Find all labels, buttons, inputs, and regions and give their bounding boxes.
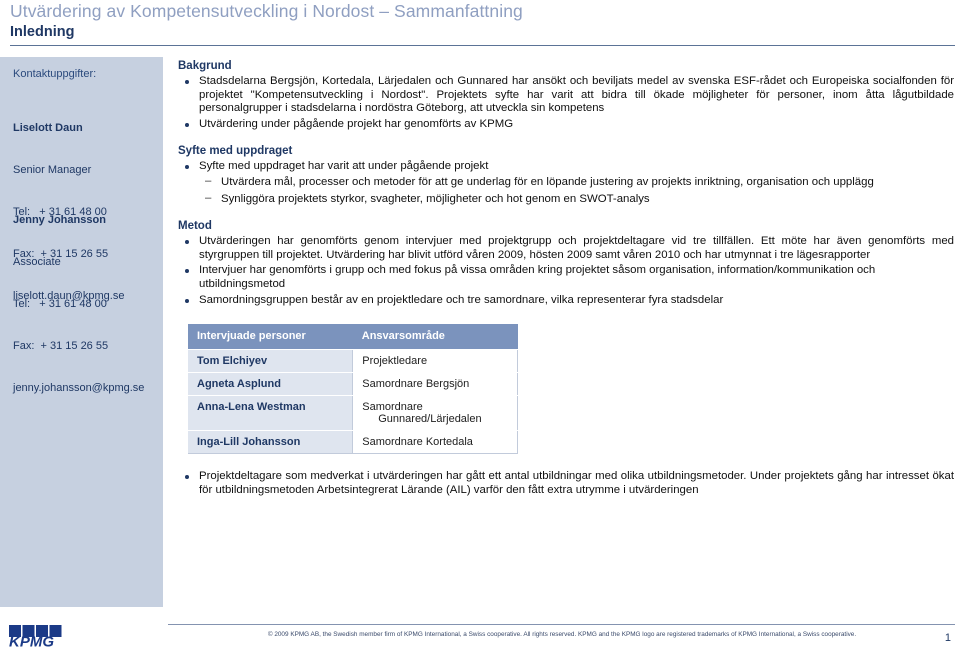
column-header-interviewee: Intervjuade personer xyxy=(188,324,353,351)
contact-email[interactable]: jenny.johansson@kpmg.se xyxy=(13,381,144,395)
page-number: 1 xyxy=(944,632,951,644)
contact-name: Liselott Daun xyxy=(13,122,83,134)
cell-interviewee-name: Tom Elchiyev xyxy=(188,349,353,374)
list-item: Stadsdelarna Bergsjön, Kortedala, Lärjed… xyxy=(178,75,954,116)
list-item: Samordningsgruppen består av en projektl… xyxy=(178,294,954,308)
contact-sidebar: Kontaktuppgifter: Liselott Daun Senior M… xyxy=(0,57,163,607)
list-item: Syfte med uppdraget har varit att under … xyxy=(178,160,954,206)
cell-responsibility: Projektledare xyxy=(352,349,518,374)
cell-interviewee-name: Agneta Asplund xyxy=(188,372,353,397)
cell-responsibility-line1: Samordnare Kortedala xyxy=(362,436,473,449)
table-row: Anna-Lena Westman Samordnare Gunnared/Lä… xyxy=(188,395,518,432)
list-item: Utvärdera mål, processer och metoder för… xyxy=(199,175,954,190)
list-item: Synliggöra projektets styrkor, svagheter… xyxy=(199,192,954,207)
kpmg-logo-text: KPMG xyxy=(9,634,54,651)
sub-bullet-list-syfte: Utvärdera mål, processer och metoder för… xyxy=(199,175,954,207)
deck-title: Utvärdering av Kompetensutveckling i Nor… xyxy=(10,1,523,21)
contact-role: Senior Manager xyxy=(13,164,92,176)
cell-responsibility-line2: Gunnared/Lärjedalen xyxy=(378,413,482,426)
bullet-list-bakgrund: Stadsdelarna Bergsjön, Kortedala, Lärjed… xyxy=(178,75,954,131)
footer-divider xyxy=(168,624,955,625)
section-heading-metod: Metod xyxy=(178,220,212,233)
cell-responsibility: Samordnare Kortedala xyxy=(352,430,518,455)
cell-responsibility-line1: Samordnare xyxy=(362,401,423,414)
contact-name: Jenny Johansson xyxy=(13,214,106,226)
contact-fax: Fax: + 31 15 26 55 xyxy=(13,340,109,352)
kpmg-logo: KPMG xyxy=(9,625,62,651)
table-header: Intervjuade personer Ansvarsområde xyxy=(188,324,518,351)
table-header-row: Intervjuade personer Ansvarsområde xyxy=(188,324,518,351)
section-heading-syfte: Syfte med uppdraget xyxy=(178,145,293,158)
list-item: Projektdeltagare som medverkat i utvärde… xyxy=(178,470,954,497)
table-body: Tom Elchiyev Projektledare Agneta Asplun… xyxy=(188,349,518,455)
cell-responsibility: Samordnare Gunnared/Lärjedalen xyxy=(352,395,518,432)
list-item: Utvärdering under pågående projekt har g… xyxy=(178,118,954,132)
bullet-list-metod: Utvärderingen har genomförts genom inter… xyxy=(178,235,954,307)
list-item-label: Syfte med uppdraget har varit att under … xyxy=(199,160,489,173)
main-content: Bakgrund Stadsdelarna Bergsjön, Kortedal… xyxy=(178,60,954,499)
list-item: Intervjuer har genomförts i grupp och me… xyxy=(178,264,954,291)
header-divider xyxy=(10,45,955,46)
cell-interviewee-name: Anna-Lena Westman xyxy=(188,395,353,432)
cell-responsibility-line1: Samordnare Bergsjön xyxy=(362,378,470,391)
contact-role: Associate xyxy=(13,256,61,268)
sidebar-contact-label: Kontaktuppgifter: xyxy=(13,68,97,80)
column-header-responsibility: Ansvarsområde xyxy=(352,324,518,351)
bullet-list-syfte: Syfte med uppdraget har varit att under … xyxy=(178,160,954,206)
interviewees-table: Intervjuade personer Ansvarsområde Tom E… xyxy=(188,324,518,455)
list-item: Utvärderingen har genomförts genom inter… xyxy=(178,235,954,262)
copyright-notice: © 2009 KPMG AB, the Swedish member firm … xyxy=(267,631,857,638)
cell-interviewee-name: Inga-Lill Johansson xyxy=(188,430,353,455)
slide-header: Utvärdering av Kompetensutveckling i Nor… xyxy=(0,0,960,48)
page-title: Inledning xyxy=(10,24,75,40)
cell-responsibility: Samordnare Bergsjön xyxy=(352,372,518,397)
section-heading-bakgrund: Bakgrund xyxy=(178,60,232,72)
cell-responsibility-line1: Projektledare xyxy=(362,355,428,368)
table-row: Inga-Lill Johansson Samordnare Kortedala xyxy=(188,430,518,455)
contact-tel: Tel: + 31 61 48 00 xyxy=(13,298,107,310)
contact-card-jenny-johansson: Jenny Johansson Associate Tel: + 31 61 4… xyxy=(13,185,144,423)
table-row: Agneta Asplund Samordnare Bergsjön xyxy=(188,372,518,397)
table-row: Tom Elchiyev Projektledare xyxy=(188,349,518,374)
bullet-list-tail: Projektdeltagare som medverkat i utvärde… xyxy=(178,470,954,497)
